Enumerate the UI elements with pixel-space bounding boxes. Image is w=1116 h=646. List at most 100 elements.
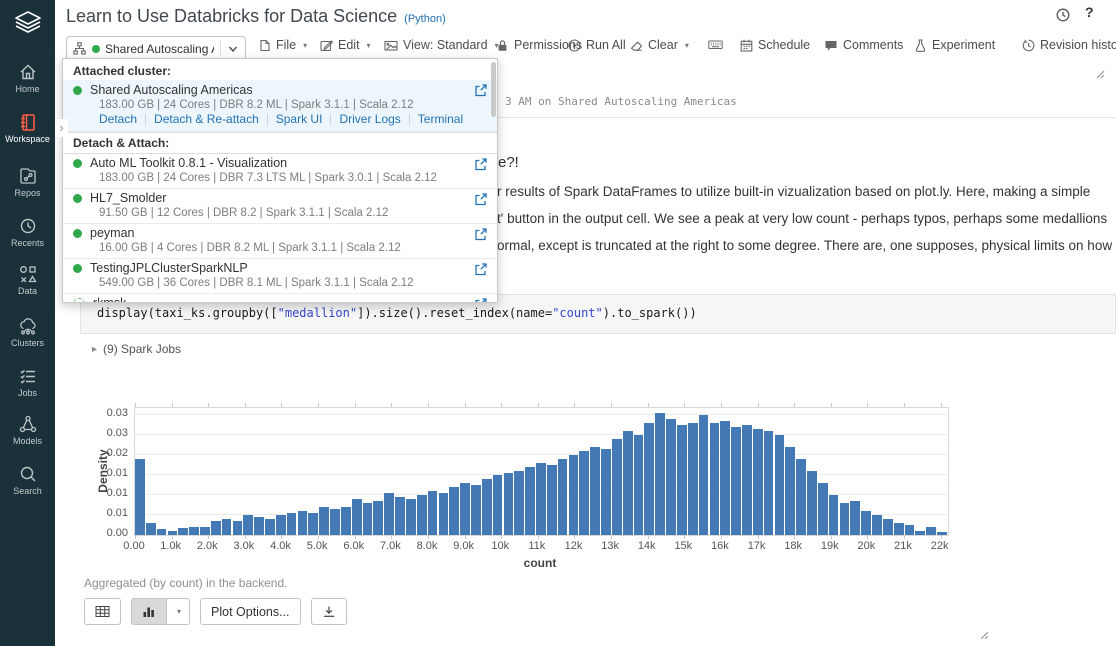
revision-history-button[interactable]: Revision histo	[1022, 38, 1116, 52]
sidebar-item-models[interactable]: Models	[0, 414, 55, 446]
table-view-button[interactable]	[84, 598, 121, 625]
histogram-bar	[569, 455, 579, 535]
download-result-button[interactable]	[311, 598, 347, 625]
cluster-row[interactable]: Auto ML Toolkit 0.8.1 - Visualization 18…	[63, 154, 497, 189]
sidebar-item-label: Jobs	[0, 388, 55, 398]
sitemap-icon	[73, 42, 86, 55]
sidebar-item-home[interactable]: Home	[0, 62, 55, 94]
schedule-button[interactable]: Schedule	[740, 38, 810, 52]
histogram-bar	[233, 521, 243, 535]
axis-tick	[684, 535, 685, 539]
axis-tick	[281, 535, 282, 539]
axis-tick	[611, 535, 612, 539]
histogram-bar	[319, 507, 329, 535]
driver-logs-link[interactable]: Driver Logs	[339, 112, 400, 127]
last-edit-clock-icon[interactable]	[1056, 8, 1070, 27]
histogram-bar	[200, 527, 210, 535]
axis-tick	[794, 403, 795, 407]
detach-reattach-link[interactable]: Detach & Re-attach	[154, 112, 259, 127]
axis-tick	[172, 535, 173, 539]
axis-tick	[904, 403, 905, 407]
external-link-icon[interactable]	[474, 263, 487, 281]
page-title[interactable]: Learn to Use Databricks for Data Science	[66, 6, 397, 27]
external-link-icon[interactable]	[474, 298, 487, 303]
cluster-status-dot	[73, 194, 82, 203]
cluster-name: peyman	[90, 226, 134, 241]
cluster-status-dot	[73, 264, 82, 273]
sidebar-item-data[interactable]: Data	[0, 264, 55, 296]
dropdown-scrollbar[interactable]	[491, 62, 496, 117]
cell-resize-handle[interactable]	[1095, 66, 1105, 84]
markdown-paragraph: r results of Spark DataFrames to utilize…	[497, 178, 1112, 259]
histogram-bar	[579, 451, 589, 535]
run-all-button[interactable]: Run All	[568, 38, 626, 52]
sidebar-item-workspace[interactable]: Workspace	[0, 112, 55, 144]
cluster-specs: 549.00 GB | 36 Cores | DBR 8.1 ML | Spar…	[99, 276, 487, 290]
terminal-link[interactable]: Terminal	[418, 112, 463, 127]
paragraph-line: r results of Spark DataFrames to utilize…	[497, 178, 1112, 205]
clear-menu[interactable]: Clear ▾	[630, 38, 689, 52]
axis-tick	[794, 535, 795, 539]
sidebar-item-jobs[interactable]: Jobs	[0, 366, 55, 398]
external-link-icon[interactable]	[474, 84, 487, 102]
cluster-specs: 16.00 GB | 4 Cores | DBR 8.2 ML | Spark …	[99, 241, 487, 255]
histogram-bar	[937, 532, 947, 535]
code-line[interactable]: display(taxi_ks.groupby(["medallion"]).s…	[97, 306, 697, 320]
comments-button[interactable]: Comments	[824, 38, 903, 52]
histogram-bar	[590, 447, 600, 535]
cluster-status-dot	[73, 86, 82, 95]
detach-link[interactable]: Detach	[99, 112, 137, 127]
histogram-bar	[439, 493, 449, 535]
sidebar-item-recents[interactable]: Recents	[0, 216, 55, 248]
databricks-logo-icon[interactable]	[0, 10, 55, 39]
spark-ui-link[interactable]: Spark UI	[276, 112, 323, 127]
result-resize-handle[interactable]	[979, 627, 989, 645]
histogram-bar	[482, 479, 492, 535]
y-tick-label: 0.01	[96, 507, 128, 519]
histogram-bar	[655, 413, 665, 535]
external-link-icon[interactable]	[474, 228, 487, 246]
bar-chart-view-button[interactable]	[131, 598, 167, 625]
experiment-button[interactable]: Experiment	[914, 38, 995, 52]
view-menu[interactable]: View: Standard ▾	[384, 38, 499, 52]
histogram-bar	[872, 515, 882, 535]
cluster-row[interactable]: HL7_Smolder 91.50 GB | 12 Cores | DBR 8.…	[63, 189, 497, 224]
sidebar-item-repos[interactable]: Repos	[0, 166, 55, 198]
databricks-notebook-app: Home Workspace Repos Recents Data Cluste…	[0, 0, 1116, 646]
external-link-icon[interactable]	[474, 193, 487, 211]
aggregated-note: Aggregated (by count) in the backend.	[84, 576, 287, 590]
language-badge: (Python)	[404, 13, 446, 25]
histogram-bar	[493, 475, 503, 535]
spark-jobs-disclosure[interactable]: ▸ (9) Spark Jobs	[92, 342, 181, 356]
help-icon[interactable]: ?	[1085, 4, 1094, 20]
cluster-row[interactable]: TestingJPLClusterSparkNLP 549.00 GB | 36…	[63, 259, 497, 294]
caret-down-icon: ▾	[177, 607, 181, 616]
histogram-bar	[135, 459, 145, 535]
edit-menu[interactable]: Edit ▾	[320, 38, 371, 52]
detach-attach-header: Detach & Attach:	[63, 132, 497, 154]
data-icon	[18, 264, 38, 284]
file-menu[interactable]: File ▾	[258, 38, 307, 52]
plot-box	[134, 407, 949, 536]
y-tick-label: 0.00	[96, 527, 128, 539]
histogram-bar	[406, 499, 416, 535]
cluster-name: TestingJPLClusterSparkNLP	[90, 261, 248, 276]
sidebar-item-clusters[interactable]: Clusters	[0, 316, 55, 348]
external-link-icon[interactable]	[474, 158, 487, 176]
cluster-row[interactable]: peyman 16.00 GB | 4 Cores | DBR 8.2 ML |…	[63, 224, 497, 259]
axis-tick	[391, 403, 392, 407]
attached-cluster-row[interactable]: Shared Autoscaling Americas 183.00 GB | …	[63, 80, 497, 132]
histogram-bar	[330, 509, 340, 535]
shortcuts-button[interactable]	[708, 38, 723, 51]
axis-tick	[831, 403, 832, 407]
plot-options-button[interactable]: Plot Options...	[200, 598, 301, 625]
cluster-status-dot	[92, 45, 100, 53]
axis-tick	[245, 535, 246, 539]
spark-jobs-label: (9) Spark Jobs	[103, 342, 181, 356]
sidebar-item-search[interactable]: Search	[0, 464, 55, 496]
cluster-row-partial[interactable]: rkmsk	[63, 294, 497, 303]
axis-tick	[208, 403, 209, 407]
cluster-name: Auto ML Toolkit 0.8.1 - Visualization	[90, 156, 287, 171]
chart-type-dropdown-button[interactable]: ▾	[167, 598, 190, 625]
workspace-panel-expand-chevron[interactable]: ›	[55, 119, 68, 137]
